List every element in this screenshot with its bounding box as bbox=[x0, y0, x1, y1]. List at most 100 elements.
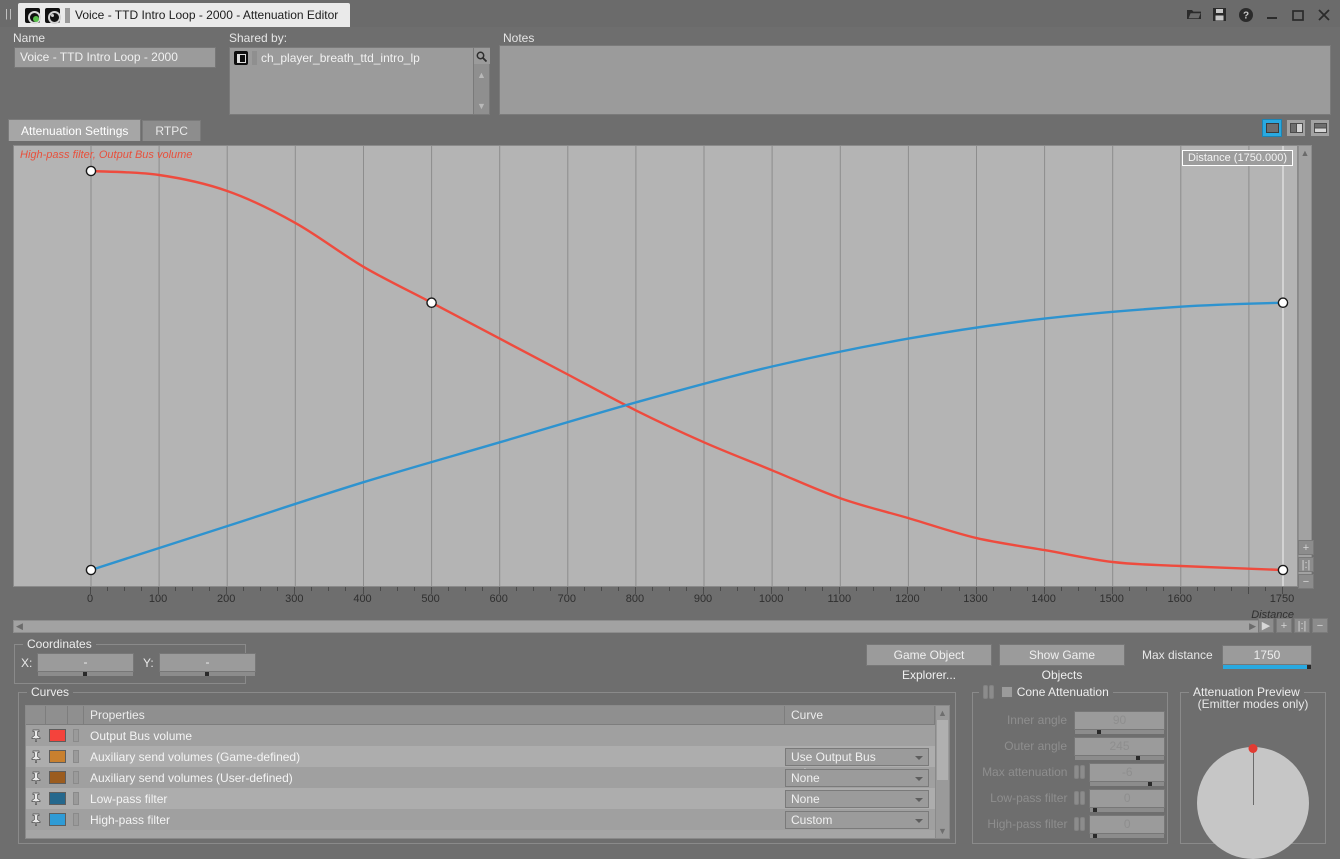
col-color bbox=[46, 706, 68, 725]
curve-type-dropdown[interactable]: Use Output Bus volume bbox=[785, 747, 929, 780]
curve-color-swatch[interactable] bbox=[46, 771, 68, 784]
show-game-objects-button[interactable]: Show Game Objects bbox=[999, 644, 1125, 682]
cone-link-icon[interactable] bbox=[1074, 765, 1086, 779]
scroll-down-icon[interactable]: ▼ bbox=[477, 101, 486, 111]
split-horizontal-view-button[interactable] bbox=[1310, 119, 1330, 137]
split-vertical-view-button[interactable] bbox=[1286, 119, 1306, 137]
coordinates-group: Coordinates X: - Y: - bbox=[14, 637, 256, 684]
curve-type-cell[interactable]: None bbox=[785, 789, 935, 808]
curve-color-swatch[interactable] bbox=[46, 792, 68, 805]
graph-curves bbox=[85, 146, 1289, 586]
graph-tooltip: Distance (1750.000) bbox=[1181, 150, 1293, 166]
cone-attenuation-header: Cone Attenuation bbox=[979, 685, 1113, 699]
cone-link-icon[interactable] bbox=[1074, 817, 1086, 831]
cone-field-label: Max attenuation bbox=[982, 765, 1068, 779]
pin-icon[interactable] bbox=[26, 771, 46, 784]
axis-tick-label: 1300 bbox=[963, 593, 988, 605]
graph-horizontal-scrollbar[interactable]: ◀ ▶ bbox=[13, 620, 1259, 633]
curve-color-swatch[interactable] bbox=[46, 729, 68, 742]
shared-by-list[interactable]: ch_player_breath_ttd_intro_lp ▲ ▼ bbox=[229, 47, 490, 115]
document-tab[interactable]: Voice - TTD Intro Loop - 2000 - Attenuat… bbox=[18, 3, 351, 27]
curve-type-cell[interactable]: None bbox=[785, 768, 935, 787]
coord-x-input[interactable]: - bbox=[37, 653, 134, 676]
coord-y-input[interactable]: - bbox=[159, 653, 256, 676]
help-icon[interactable]: ? bbox=[1238, 7, 1253, 22]
graph-plot-area[interactable]: High-pass filter, Output Bus volume Dist… bbox=[13, 145, 1298, 587]
attenuation-preview-emitter-dot[interactable] bbox=[1248, 744, 1258, 753]
scroll-up-icon[interactable]: ▲ bbox=[477, 70, 486, 80]
cone-field-label: Outer angle bbox=[1004, 739, 1067, 753]
save-icon[interactable] bbox=[1212, 7, 1227, 22]
scroll-right-icon[interactable]: ▶ bbox=[1249, 621, 1256, 632]
open-icon[interactable] bbox=[1186, 7, 1201, 22]
axis-tick-label: 1000 bbox=[758, 593, 784, 605]
close-icon[interactable] bbox=[1316, 7, 1331, 22]
axis-tick-label: 600 bbox=[489, 593, 508, 605]
curve-type-cell[interactable]: Custom bbox=[785, 810, 935, 829]
max-distance-value: 1750 bbox=[1253, 648, 1281, 662]
row-grip[interactable] bbox=[68, 729, 84, 742]
zoom-fit-h-button[interactable]: |:| bbox=[1294, 618, 1310, 633]
table-row[interactable]: Output Bus volume bbox=[26, 725, 949, 746]
name-input[interactable]: Voice - TTD Intro Loop - 2000 bbox=[14, 47, 216, 68]
cone-link-icon bbox=[983, 685, 994, 699]
pin-icon[interactable] bbox=[26, 813, 46, 826]
cone-link-icon[interactable] bbox=[1074, 791, 1086, 805]
zoom-fit-button[interactable]: |:| bbox=[1298, 557, 1314, 572]
table-row[interactable]: Low-pass filter None bbox=[26, 788, 949, 809]
curve-color-swatch[interactable] bbox=[46, 813, 68, 826]
zoom-in-h-button[interactable]: + bbox=[1276, 618, 1292, 633]
curve-type-dropdown[interactable]: None bbox=[785, 768, 929, 787]
zoom-out-h-button[interactable]: − bbox=[1312, 618, 1328, 633]
tab-rtpc[interactable]: RTPC bbox=[142, 120, 201, 141]
pin-icon[interactable] bbox=[26, 792, 46, 805]
item-divider bbox=[252, 51, 257, 65]
row-grip[interactable] bbox=[68, 771, 84, 784]
curves-table-scrollbar[interactable]: ▲ ▼ bbox=[935, 706, 949, 838]
editor-tabs: Attenuation Settings RTPC bbox=[8, 119, 202, 141]
axis-tick-label: 1100 bbox=[827, 593, 852, 605]
graph-vertical-scrollbar[interactable]: ▲ ▼ bbox=[1298, 145, 1312, 587]
maximize-icon[interactable] bbox=[1290, 7, 1305, 22]
notes-input[interactable] bbox=[499, 45, 1331, 115]
axis-tick-label: 400 bbox=[353, 593, 372, 605]
curve-type-cell[interactable]: Use Output Bus volume bbox=[785, 747, 935, 780]
curve-type-dropdown[interactable]: Custom bbox=[785, 810, 929, 829]
zoom-in-button[interactable]: + bbox=[1298, 540, 1314, 555]
scroll-down-icon[interactable]: ▼ bbox=[938, 826, 947, 838]
curves-table[interactable]: Properties Curve Output Bus volume Auxil… bbox=[25, 705, 950, 839]
shared-by-scrollbar[interactable]: ▲ ▼ bbox=[473, 48, 490, 114]
play-button[interactable]: ▶ bbox=[1258, 618, 1274, 633]
axis-tick-label: 1200 bbox=[895, 593, 920, 605]
zoom-out-button[interactable]: − bbox=[1298, 574, 1314, 589]
row-grip[interactable] bbox=[68, 792, 84, 805]
table-row[interactable]: High-pass filter Custom bbox=[26, 809, 949, 830]
max-distance-slider[interactable] bbox=[1223, 665, 1312, 669]
pin-icon[interactable] bbox=[26, 750, 46, 763]
scroll-thumb[interactable] bbox=[937, 720, 948, 780]
max-distance-input[interactable]: 1750 bbox=[1222, 645, 1312, 669]
minimize-icon[interactable] bbox=[1264, 7, 1279, 22]
pin-icon[interactable] bbox=[26, 729, 46, 742]
coord-y-slider[interactable] bbox=[160, 672, 255, 676]
tab-attenuation-settings[interactable]: Attenuation Settings bbox=[8, 119, 142, 141]
scroll-left-icon[interactable]: ◀ bbox=[16, 621, 23, 632]
cone-attenuation-checkbox[interactable] bbox=[1001, 686, 1014, 698]
row-grip[interactable] bbox=[68, 750, 84, 763]
row-grip[interactable] bbox=[68, 813, 84, 826]
curve-color-swatch[interactable] bbox=[46, 750, 68, 763]
scroll-up-icon[interactable]: ▲ bbox=[1301, 146, 1310, 158]
list-item[interactable]: ch_player_breath_ttd_intro_lp bbox=[230, 48, 489, 68]
search-icon[interactable] bbox=[473, 48, 490, 64]
table-row[interactable]: Auxiliary send volumes (Game-defined) Us… bbox=[26, 746, 949, 780]
window-grip[interactable]: || bbox=[0, 0, 18, 27]
single-view-button[interactable] bbox=[1262, 119, 1282, 137]
coord-x-slider[interactable] bbox=[38, 672, 133, 676]
attenuation-graph[interactable]: High-pass filter, Output Bus volume Dist… bbox=[8, 141, 1332, 635]
shared-by-item-label: ch_player_breath_ttd_intro_lp bbox=[261, 51, 420, 65]
table-row[interactable]: Auxiliary send volumes (User-defined) No… bbox=[26, 767, 949, 788]
curve-property-label: Auxiliary send volumes (Game-defined) bbox=[90, 749, 301, 764]
scroll-up-icon[interactable]: ▲ bbox=[938, 706, 947, 718]
game-object-explorer-button[interactable]: Game Object Explorer... bbox=[866, 644, 992, 682]
curve-type-dropdown[interactable]: None bbox=[785, 789, 929, 808]
